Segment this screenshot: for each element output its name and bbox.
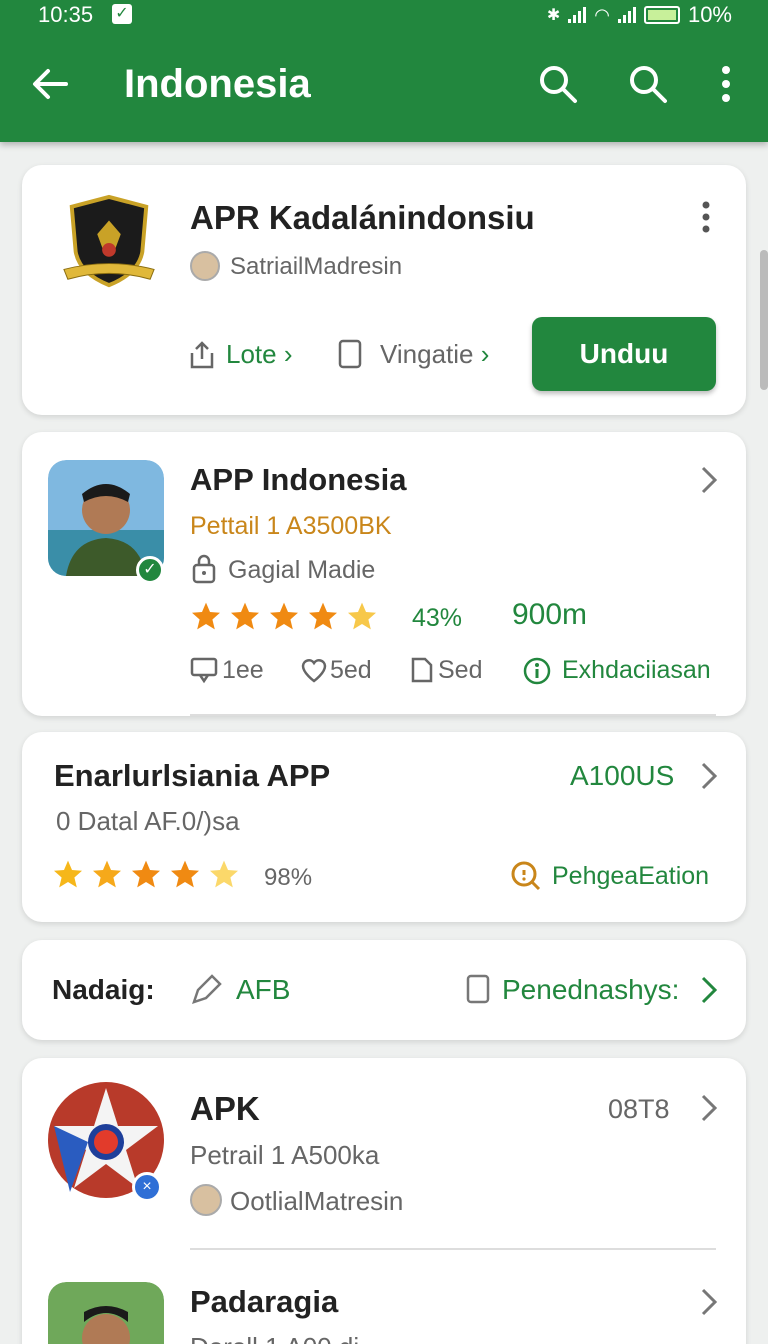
wifi-icon: ◠	[594, 4, 610, 25]
featured-app-name: APR Kadalánindonsiu	[190, 199, 535, 236]
app1-stat-saved: Sed	[438, 656, 483, 684]
search-icon[interactable]	[536, 62, 580, 106]
app1-publisher: Gagial Madie	[228, 556, 376, 584]
app1-stat-likes: 5ed	[330, 656, 372, 684]
app3-name: APK	[190, 1090, 260, 1127]
badge-x-icon: ×	[132, 1172, 162, 1202]
app2-detail: 0 Datal AF.0/)sa	[56, 806, 240, 836]
app1-name: APP Indonesia	[190, 462, 407, 497]
chevron-right-icon[interactable]	[698, 760, 720, 792]
back-arrow-icon[interactable]	[28, 62, 72, 106]
app4-avatar-photo	[48, 1282, 164, 1344]
app2-rating-stars	[52, 858, 240, 890]
share-icon	[190, 341, 214, 369]
signal-icon	[568, 7, 587, 23]
lock-icon	[192, 554, 216, 584]
filter-option-afb[interactable]: AFB	[236, 974, 290, 1006]
signal-icon-2	[617, 7, 636, 23]
chevron-right-icon[interactable]	[698, 1092, 720, 1124]
page-title: Indonesia	[124, 62, 311, 106]
app2-rating-percent: 98%	[264, 864, 313, 891]
document-icon	[411, 657, 433, 683]
star-half-icon	[348, 602, 376, 630]
battery-icon	[643, 6, 680, 24]
star-icon	[132, 860, 160, 888]
app4-subtitle: Doroll 1 A00 di	[190, 1332, 359, 1344]
app-card-enarlurlsiania[interactable]: Enarlurlsiania APP A100US 0 Datal AF.0/)…	[22, 732, 746, 922]
search-icon	[511, 861, 541, 891]
star-icon	[93, 860, 121, 888]
status-time: 10:35	[38, 2, 94, 27]
app3-code: 08T8	[608, 1094, 670, 1124]
filter-option-penednashys[interactable]: Penednashys:	[502, 974, 679, 1006]
app-emblem-logo	[63, 194, 155, 288]
status-bar: 10:35 ✓ ✱ ◠ 10%	[0, 0, 768, 30]
star-icon	[270, 602, 298, 630]
pen-icon	[192, 974, 222, 1004]
action-vingatie[interactable]: Vingatie ›	[380, 339, 489, 370]
chevron-right-icon[interactable]	[698, 464, 720, 496]
star-icon	[309, 602, 337, 630]
app2-action-link[interactable]: PehgeaEation	[552, 862, 709, 891]
document-icon	[466, 974, 490, 1004]
divider	[190, 1248, 716, 1250]
scrollbar[interactable]	[760, 250, 768, 390]
action-lote[interactable]: Lote ›	[226, 339, 293, 370]
app1-rating-stars	[190, 600, 378, 632]
bookmark-icon	[338, 339, 362, 369]
comment-icon	[190, 657, 218, 684]
star-icon	[54, 860, 82, 888]
filter-card: Nadaig: AFB Penednashys:	[22, 940, 746, 1040]
chevron-right-icon[interactable]	[698, 1286, 720, 1318]
system-icons: ✱ ◠ 10%	[547, 2, 732, 28]
featured-developer: SatriailMadresin	[230, 253, 403, 280]
star-half-icon	[210, 860, 238, 888]
divider	[190, 714, 716, 716]
featured-app-card[interactable]: APR Kadalánindonsiu SatriailMadresin Lot…	[22, 165, 746, 415]
developer-avatar	[190, 1184, 222, 1216]
bluetooth-icon: ✱	[546, 7, 561, 24]
battery-level: 10%	[687, 2, 732, 27]
star-icon	[192, 602, 220, 630]
app1-subtitle: Pettail 1 A3500BK	[190, 512, 392, 540]
more-vert-icon[interactable]	[704, 62, 748, 106]
app4-name: Padaragia	[190, 1284, 339, 1319]
filter-label: Nadaig:	[52, 974, 155, 1005]
app1-info-link[interactable]: Exhdaciiasan	[562, 656, 711, 685]
app2-name: Enarlurlsiania APP	[54, 758, 331, 793]
star-icon	[231, 602, 259, 630]
app-card-indonesia[interactable]: ✓ APP Indonesia Pettail 1 A3500BK Gagial…	[22, 432, 746, 716]
app1-stat-comments: 1ee	[222, 656, 264, 684]
notification-icon: ✓	[112, 4, 132, 24]
chevron-right-icon[interactable]	[698, 974, 720, 1006]
app1-rating-percent: 43%	[412, 604, 463, 632]
app-card-apk[interactable]: × APK 08T8 Petrail 1 A500ka OotlialMatre…	[22, 1058, 746, 1344]
download-button[interactable]: Unduu	[532, 317, 716, 391]
app3-subtitle: Petrail 1 A500ka	[190, 1140, 380, 1170]
developer-avatar	[190, 251, 220, 281]
app-bar: Indonesia	[0, 48, 768, 124]
app2-price: A100US	[570, 760, 675, 791]
verified-icon: ✓	[136, 556, 164, 584]
info-icon	[523, 657, 551, 685]
star-icon	[171, 860, 199, 888]
top-app-bar: 10:35 ✓ ✱ ◠ 10% Indonesia	[0, 0, 768, 142]
heart-icon	[301, 659, 327, 683]
app3-developer: OotlialMatresin	[230, 1186, 404, 1216]
app1-size: 900m	[512, 598, 588, 631]
search-icon-2[interactable]	[626, 62, 670, 106]
card-more-icon[interactable]	[698, 199, 714, 235]
